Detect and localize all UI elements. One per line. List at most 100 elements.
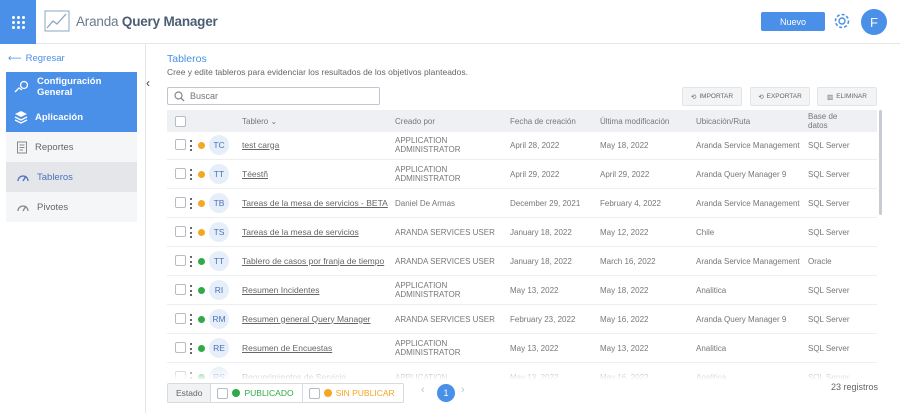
- select-all-checkbox[interactable]: [175, 110, 186, 132]
- search-box[interactable]: [167, 87, 380, 105]
- status-dot-icon: [198, 316, 205, 323]
- row-avatar: RE: [209, 338, 229, 358]
- row-checkbox[interactable]: [175, 139, 186, 150]
- delete-button[interactable]: ▥ ELIMINAR: [817, 87, 877, 106]
- dashboard-name-link[interactable]: Tareas de la mesa de servicios: [242, 227, 359, 237]
- dashboard-name-link[interactable]: Tablero de casos por franja de tiempo: [242, 256, 384, 266]
- table-row[interactable]: TT Tablero de casos por franja de tiempo A…: [167, 247, 877, 276]
- sidebar-item-tableros[interactable]: Tableros: [6, 162, 137, 192]
- cell-location: Aranda Query Manager 9: [696, 169, 787, 179]
- layers-icon: [14, 111, 28, 124]
- page-button-current[interactable]: 1: [437, 384, 455, 402]
- row-avatar: TB: [209, 193, 229, 213]
- status-dot-icon: [198, 287, 205, 294]
- cell-created-by: ARANDA SERVICES USER: [395, 256, 495, 266]
- apps-grid-icon: [11, 15, 25, 29]
- arrow-left-icon: ⟵: [8, 53, 22, 64]
- collapse-sidebar-chevron-icon[interactable]: ‹: [146, 76, 150, 90]
- gear-icon[interactable]: [832, 11, 852, 31]
- record-count: 23 registros: [831, 382, 879, 392]
- row-checkbox[interactable]: [175, 168, 186, 179]
- table-row[interactable]: TB Tareas de la mesa de servicios - BETA D…: [167, 189, 877, 218]
- header-fecha-creacion: Fecha de creación: [510, 116, 576, 126]
- unpublished-checkbox[interactable]: [308, 387, 320, 399]
- table-scrollbar[interactable]: [879, 110, 882, 215]
- row-checkbox[interactable]: [175, 255, 186, 266]
- row-checkbox[interactable]: [175, 284, 186, 295]
- row-checkbox[interactable]: [175, 197, 186, 208]
- import-button[interactable]: ⟲ IMPORTAR: [682, 87, 742, 106]
- table-row[interactable]: RE Resumen de Encuestas APPLICATION ADMINI…: [167, 334, 877, 363]
- kebab-menu-icon[interactable]: [190, 140, 193, 151]
- header-tablero[interactable]: Tablero ⌄: [242, 110, 277, 132]
- sidebar: ⟵ Regresar Configuración General Aplicac…: [0, 44, 146, 413]
- row-checkbox[interactable]: [175, 313, 186, 324]
- cell-modified-date: May 18, 2022: [600, 285, 649, 295]
- cell-name: Tareas de la mesa de servicios: [242, 218, 392, 246]
- chart-logo-icon: [44, 10, 70, 32]
- sidebar-item-configuracion-general[interactable]: Configuración General: [6, 72, 137, 102]
- back-link[interactable]: ⟵ Regresar: [8, 53, 65, 64]
- kebab-menu-icon[interactable]: [190, 343, 193, 354]
- cell-created-date: April 29, 2022: [510, 169, 560, 179]
- row-checkbox[interactable]: [175, 226, 186, 237]
- status-filter-label: Estado: [168, 384, 212, 402]
- cell-location: Chile: [696, 227, 715, 237]
- kebab-menu-icon[interactable]: [190, 169, 193, 180]
- cell-created-by: ARANDA SERVICES USER: [395, 227, 495, 237]
- dashboard-name-link[interactable]: test carga: [242, 140, 279, 150]
- cell-created-date: December 29, 2021: [510, 198, 581, 208]
- filter-published[interactable]: PUBLICADO: [211, 384, 303, 402]
- unpublished-dot-icon: [323, 389, 332, 397]
- kebab-menu-icon[interactable]: [190, 198, 193, 209]
- dashboard-gauge-icon: [17, 175, 29, 182]
- kebab-menu-icon[interactable]: [190, 285, 193, 296]
- cell-created-by: ARANDA SERVICES USER: [395, 314, 495, 324]
- sidebar-item-pivotes[interactable]: Pivotes: [6, 192, 137, 222]
- cell-database: SQL Server: [808, 285, 850, 295]
- dashboard-name-link[interactable]: Téestñ: [242, 169, 268, 179]
- cell-created-date: January 18, 2022: [510, 227, 572, 237]
- cell-database: SQL Server: [808, 314, 850, 324]
- sidebar-item-reportes[interactable]: Reportes: [6, 132, 137, 162]
- page-title: Tableros: [167, 53, 207, 65]
- apps-menu-button[interactable]: [0, 0, 36, 44]
- search-input[interactable]: [190, 91, 370, 101]
- row-checkbox[interactable]: [175, 342, 186, 353]
- published-checkbox[interactable]: [217, 387, 229, 399]
- table-row[interactable]: TS Tareas de la mesa de servicios ARANDA S…: [167, 218, 877, 247]
- new-button[interactable]: Nuevo: [761, 12, 825, 31]
- user-avatar[interactable]: F: [861, 9, 887, 35]
- dashboard-name-link[interactable]: Resumen Incidentes: [242, 285, 320, 295]
- table-row[interactable]: RM Resumen general Query Manager ARANDA SE…: [167, 305, 877, 334]
- gear-hand-icon: [14, 80, 29, 93]
- cell-modified-date: May 12, 2022: [600, 227, 649, 237]
- cell-modified-date: May 13, 2022: [600, 343, 649, 353]
- cell-location: Analitica: [696, 343, 727, 353]
- cell-created-by: Daniel De Armas: [395, 198, 456, 208]
- cell-name: Tareas de la mesa de servicios - BETA: [242, 189, 392, 217]
- next-page-chevron-icon[interactable]: ›: [461, 384, 465, 396]
- cell-location: Aranda Query Manager 9: [696, 314, 787, 324]
- dashboard-name-link[interactable]: Resumen de Encuestas: [242, 343, 332, 353]
- dashboard-name-link[interactable]: Tareas de la mesa de servicios - BETA: [242, 198, 388, 208]
- dashboard-name-link[interactable]: Resumen general Query Manager: [242, 314, 371, 324]
- filter-unpublished[interactable]: SIN PUBLICAR: [303, 384, 403, 402]
- kebab-menu-icon[interactable]: [190, 314, 193, 325]
- status-dot-icon: [198, 229, 205, 236]
- cell-location: Analitica: [696, 285, 727, 295]
- status-dot-icon: [198, 142, 205, 149]
- page-subtitle: Cree y edite tableros para evidenciar lo…: [167, 67, 468, 77]
- table-row[interactable]: TT Téestñ APPLICATION ADMINISTRATOR April 2…: [167, 160, 877, 189]
- export-button[interactable]: ⟲ EXPORTAR: [750, 87, 810, 106]
- cell-created-date: February 23, 2022: [510, 314, 576, 324]
- kebab-menu-icon[interactable]: [190, 256, 193, 267]
- published-dot-icon: [232, 389, 241, 397]
- prev-page-chevron-icon[interactable]: ‹: [421, 384, 425, 396]
- sidebar-item-aplicacion[interactable]: Aplicación: [6, 102, 137, 132]
- kebab-menu-icon[interactable]: [190, 227, 193, 238]
- table-row[interactable]: TC test carga APPLICATION ADMINISTRATOR Apr…: [167, 131, 877, 160]
- table-row[interactable]: RI Resumen Incidentes APPLICATION ADMINIST…: [167, 276, 877, 305]
- row-avatar: TT: [209, 164, 229, 184]
- table-header: Tablero ⌄ Creado por Fecha de creación Ú…: [167, 110, 877, 132]
